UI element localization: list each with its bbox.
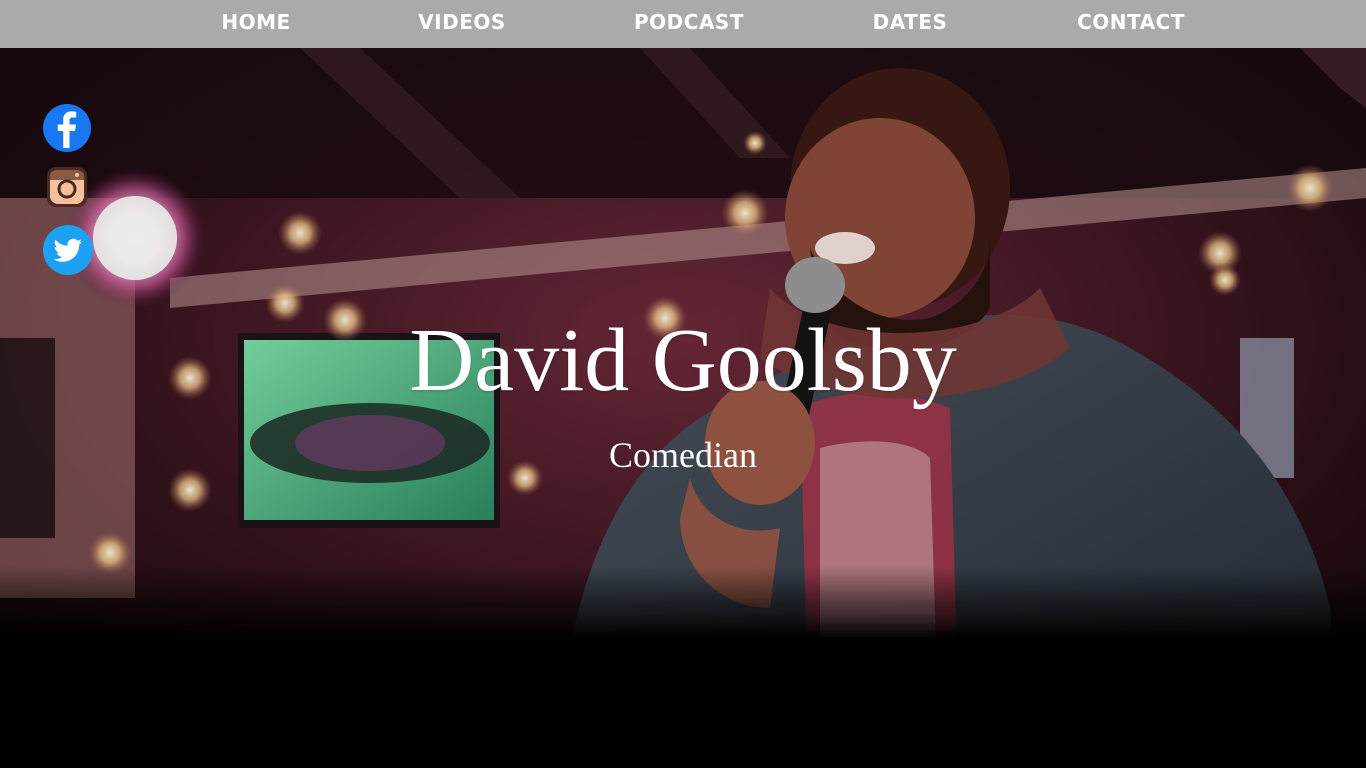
facebook-link[interactable] xyxy=(42,103,92,153)
nav-videos-link[interactable]: VIDEOS xyxy=(418,8,506,36)
facebook-icon xyxy=(43,104,91,152)
nav-contact-link[interactable]: CONTACT xyxy=(1077,8,1185,36)
instagram-link[interactable] xyxy=(47,167,87,207)
nav-home-link[interactable]: HOME xyxy=(221,8,290,36)
instagram-icon xyxy=(47,167,87,207)
nav-dates-link[interactable]: DATES xyxy=(873,8,948,36)
hero-title: David Goolsby xyxy=(409,311,957,410)
hero-subtitle: Comedian xyxy=(609,435,757,475)
twitter-link[interactable] xyxy=(42,224,94,276)
nav-podcast-link[interactable]: PODCAST xyxy=(634,8,744,36)
page: HOME VIDEOS PODCAST DATES CONTACT David … xyxy=(0,0,1366,768)
twitter-icon xyxy=(43,225,93,275)
top-nav: HOME VIDEOS PODCAST DATES CONTACT xyxy=(0,0,1366,48)
